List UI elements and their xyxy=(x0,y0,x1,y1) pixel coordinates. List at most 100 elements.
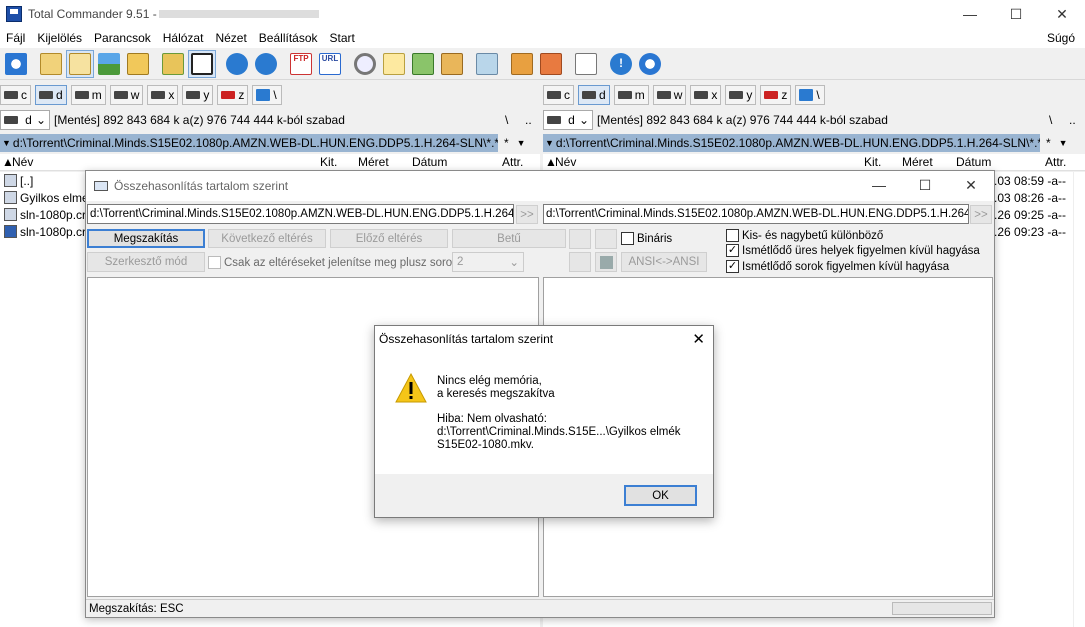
col-attr[interactable]: Attr. xyxy=(502,155,523,169)
save-icon[interactable] xyxy=(595,252,617,272)
list-item[interactable]: .03 08:59 -a-- xyxy=(994,172,1066,189)
url-icon[interactable]: URL xyxy=(316,50,344,78)
list-item[interactable]: .03 08:26 -a-- xyxy=(994,189,1066,206)
more-button[interactable] xyxy=(595,229,617,249)
menu-net[interactable]: Hálózat xyxy=(157,31,210,45)
right-drive-dropdown[interactable]: d ⌄ xyxy=(543,110,593,130)
list-item[interactable]: Gyilkos elme xyxy=(4,189,89,206)
compare-left-browse-button[interactable]: >> xyxy=(516,205,538,224)
right-root-button[interactable]: \ xyxy=(1049,113,1052,127)
left-drive-d[interactable]: d xyxy=(35,85,67,105)
col-ext[interactable]: Kit. xyxy=(320,155,337,169)
col-name[interactable]: Név xyxy=(12,155,33,169)
list-item[interactable]: .26 09:23 -a-- xyxy=(994,223,1066,240)
thumbnails-icon[interactable] xyxy=(95,50,123,78)
right-drive-m[interactable]: m xyxy=(613,85,649,105)
col-size[interactable]: Méret xyxy=(902,155,933,169)
col-date[interactable]: Dátum xyxy=(412,155,447,169)
right-hotlist-icon[interactable]: ▼ xyxy=(1059,138,1068,148)
swap-panels-icon[interactable] xyxy=(159,50,187,78)
info-icon[interactable]: ! xyxy=(607,50,635,78)
scrollbar[interactable] xyxy=(1073,172,1085,627)
back-icon[interactable] xyxy=(223,50,251,78)
tree-icon[interactable] xyxy=(124,50,152,78)
brief-view-icon[interactable] xyxy=(37,50,65,78)
left-drive-dropdown[interactable]: d ⌄ xyxy=(0,110,50,130)
left-drive-y[interactable]: y xyxy=(182,85,214,105)
compare-left-path-input[interactable]: d:\Torrent\Criminal.Minds.S15E02.1080p.A… xyxy=(87,204,514,224)
list-item[interactable]: sln-1080p.cr xyxy=(4,223,86,240)
ansi-button[interactable]: ANSI<->ANSI xyxy=(621,252,707,272)
compare-right-path-input[interactable]: d:\Torrent\Criminal.Minds.S15E02.1080p.A… xyxy=(543,204,969,224)
col-ext[interactable]: Kit. xyxy=(864,155,881,169)
right-drive-w[interactable]: w xyxy=(652,85,687,105)
col-size[interactable]: Méret xyxy=(358,155,389,169)
menu-mark[interactable]: Kijelölés xyxy=(31,31,88,45)
col-attr[interactable]: Attr. xyxy=(1045,155,1066,169)
right-up-button[interactable]: .. xyxy=(1069,113,1076,127)
left-drive-network[interactable]: \ xyxy=(252,85,283,105)
next-diff-button[interactable]: Következő eltérés xyxy=(208,229,326,248)
close-button[interactable]: ✕ xyxy=(1039,0,1085,28)
menu-commands[interactable]: Parancsok xyxy=(88,31,157,45)
font-button[interactable]: Betű xyxy=(452,229,566,248)
ftp-icon[interactable]: FTP xyxy=(287,50,315,78)
sync-icon[interactable] xyxy=(636,50,664,78)
menu-file[interactable]: Fájl xyxy=(0,31,31,45)
pack-icon[interactable] xyxy=(508,50,536,78)
left-drive-z[interactable]: z xyxy=(217,85,249,105)
left-hotlist-icon[interactable]: ▼ xyxy=(517,138,526,148)
multi-rename-icon[interactable] xyxy=(380,50,408,78)
copy-names-icon[interactable] xyxy=(572,50,600,78)
edit-icon[interactable] xyxy=(438,50,466,78)
right-drive-x[interactable]: x xyxy=(690,85,722,105)
compare-maximize-button[interactable]: ☐ xyxy=(902,171,948,199)
detailed-view-icon[interactable] xyxy=(66,49,94,78)
left-drive-c[interactable]: c xyxy=(0,85,31,105)
blank-button-2[interactable] xyxy=(569,252,591,272)
search-icon[interactable] xyxy=(351,50,379,78)
notepad-icon[interactable] xyxy=(473,50,501,78)
menu-configuration[interactable]: Beállítások xyxy=(253,31,324,45)
ignore-repeated-lines-checkbox[interactable]: ✓ Ismétlődő sorok figyelmen kívül hagyása xyxy=(726,260,949,273)
left-drive-m[interactable]: m xyxy=(70,85,106,105)
left-drive-x[interactable]: x xyxy=(147,85,179,105)
blank-button[interactable] xyxy=(569,229,591,249)
right-drive-z[interactable]: z xyxy=(760,85,792,105)
left-drive-w[interactable]: w xyxy=(109,85,144,105)
abort-button[interactable]: Megszakítás xyxy=(87,229,205,248)
right-drive-d[interactable]: d xyxy=(578,85,610,105)
compare-minimize-button[interactable]: — xyxy=(856,171,902,199)
editor-mode-button[interactable]: Szerkesztő mód xyxy=(87,252,205,272)
left-root-button[interactable]: \ xyxy=(505,113,508,127)
left-star-button[interactable]: * xyxy=(504,136,509,150)
minimize-button[interactable]: — xyxy=(947,0,993,28)
left-path-bar[interactable]: ▼ d:\Torrent\Criminal.Minds.S15E02.1080p… xyxy=(0,134,498,152)
list-item[interactable]: sln-1080p.cr xyxy=(4,206,86,223)
right-star-button[interactable]: * xyxy=(1046,136,1051,150)
right-drive-y[interactable]: y xyxy=(725,85,757,105)
menu-start[interactable]: Start xyxy=(324,31,361,45)
col-name[interactable]: Név xyxy=(555,155,576,169)
col-date[interactable]: Dátum xyxy=(956,155,991,169)
list-item[interactable]: [..] xyxy=(4,172,33,189)
maximize-button[interactable]: ☐ xyxy=(993,0,1039,28)
compare-close-button[interactable]: ✕ xyxy=(948,171,994,199)
right-drive-c[interactable]: c xyxy=(543,85,574,105)
ignore-spaces-checkbox[interactable]: ✓ Ismétlődő üres helyek figyelmen kívül h… xyxy=(726,244,980,257)
forward-icon[interactable] xyxy=(252,50,280,78)
menu-view[interactable]: Nézet xyxy=(209,31,252,45)
list-item[interactable]: .26 09:25 -a-- xyxy=(994,206,1066,223)
compare-right-browse-button[interactable]: >> xyxy=(970,205,992,224)
refresh-icon[interactable] xyxy=(2,50,30,78)
unpack-icon[interactable] xyxy=(537,50,565,78)
case-sensitive-checkbox[interactable]: Kis- és nagybetű különböző xyxy=(726,229,883,242)
prev-diff-button[interactable]: Előző eltérés xyxy=(330,229,448,248)
lines-select[interactable]: 2 ⌄ xyxy=(452,252,524,272)
dialog-close-button[interactable]: ✕ xyxy=(692,330,705,348)
only-diff-checkbox[interactable]: Csak az eltéréseket jelenítse meg plusz … xyxy=(208,256,461,269)
left-up-button[interactable]: .. xyxy=(525,113,532,127)
sync-dirs-icon[interactable] xyxy=(409,50,437,78)
right-drive-network[interactable]: \ xyxy=(795,85,826,105)
menu-help[interactable]: Súgó xyxy=(1047,31,1075,45)
